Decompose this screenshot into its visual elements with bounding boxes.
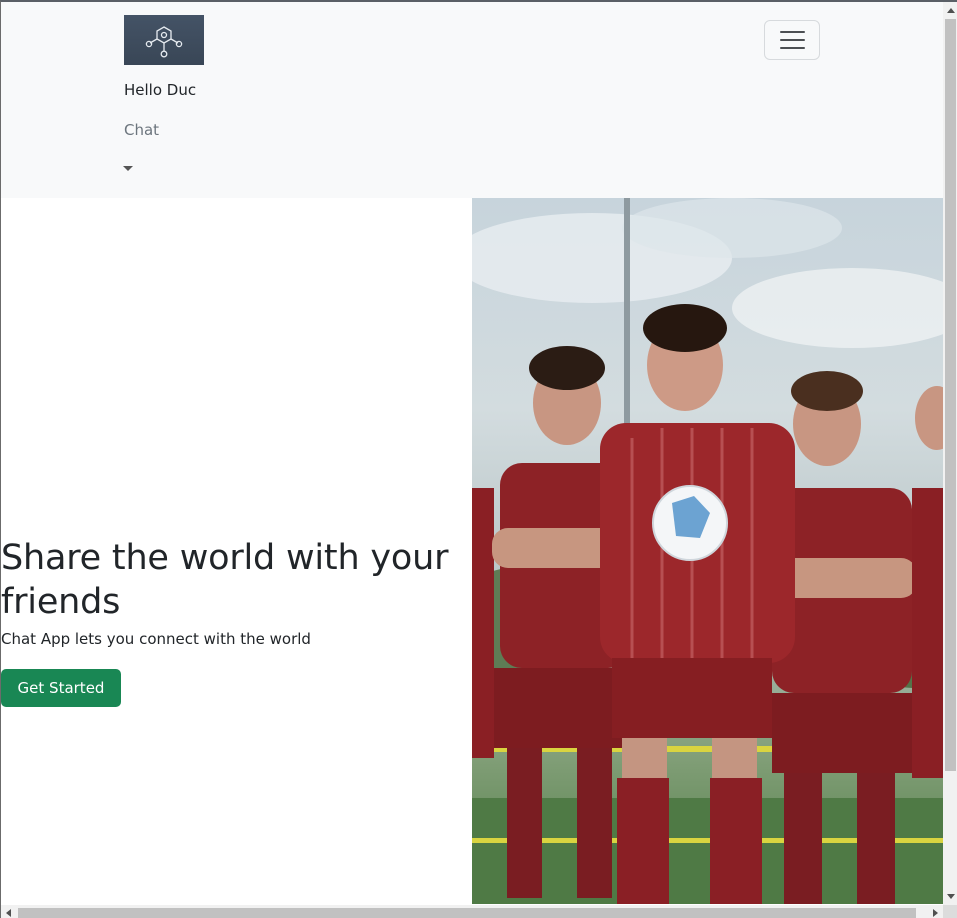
- get-started-button[interactable]: Get Started: [1, 669, 121, 707]
- soccer-team-photo: [472, 198, 943, 904]
- browser-viewport: Hello Duc Chat Share the world with your…: [0, 0, 957, 918]
- caret-down-icon[interactable]: [123, 166, 133, 171]
- navbar: Hello Duc Chat: [1, 2, 943, 198]
- horizontal-scrollbar[interactable]: [1, 905, 943, 918]
- hero-image-soccer-team: [472, 198, 943, 904]
- scrollbar-corner: [943, 905, 957, 918]
- scroll-right-arrow-icon[interactable]: [933, 909, 938, 917]
- vertical-scrollbar[interactable]: [943, 2, 957, 905]
- hamburger-menu-icon: [779, 47, 805, 49]
- scroll-left-arrow-icon[interactable]: [6, 909, 11, 917]
- scroll-down-arrow-icon[interactable]: [947, 894, 955, 899]
- navbar-toggler-button[interactable]: [764, 20, 820, 60]
- hero-text-block: Share the world with your friends Chat A…: [1, 536, 471, 648]
- hamburger-menu-icon: [779, 31, 805, 33]
- hero-subtitle: Chat App lets you connect with the world: [1, 630, 311, 648]
- horizontal-scrollbar-thumb[interactable]: [18, 908, 916, 918]
- brand-logo[interactable]: [124, 15, 204, 65]
- hamburger-menu-icon: [779, 39, 805, 41]
- hero-title: Share the world with your friends: [1, 538, 449, 622]
- nav-link-chat[interactable]: Chat: [124, 121, 159, 139]
- user-greeting: Hello Duc: [124, 81, 197, 99]
- network-graph-logo-icon: [145, 26, 183, 58]
- vertical-scrollbar-thumb[interactable]: [945, 19, 956, 771]
- scroll-up-arrow-icon[interactable]: [947, 8, 955, 13]
